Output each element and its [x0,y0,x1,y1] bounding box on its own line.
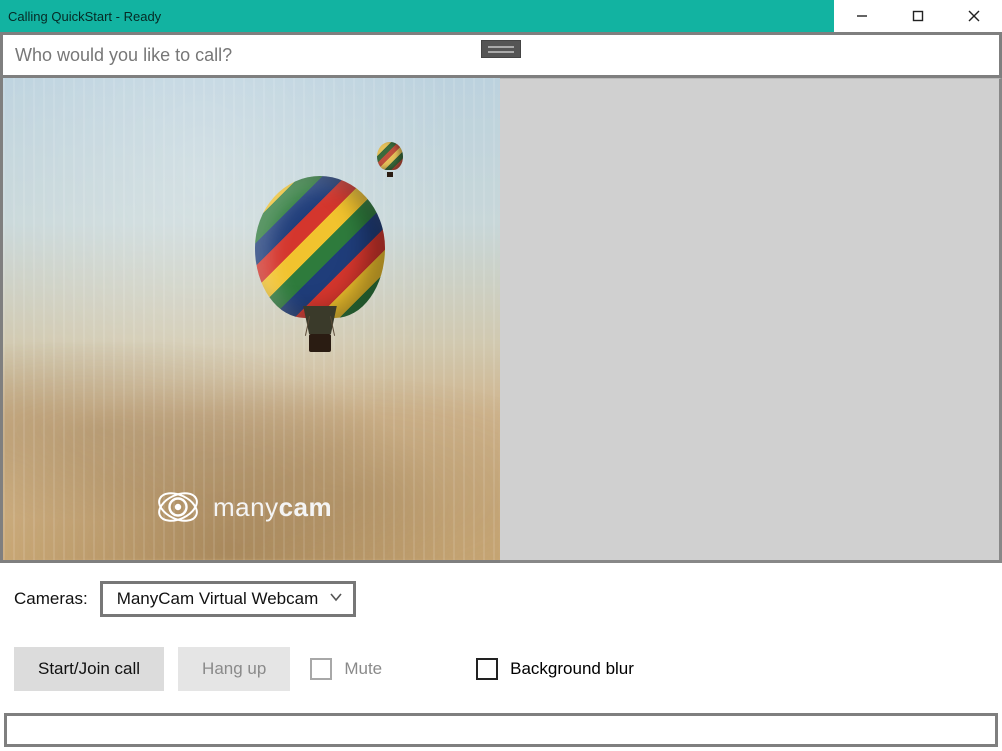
grip-handle-icon[interactable] [481,40,521,58]
local-video-preview: manycam [0,78,500,563]
remote-video-placeholder [500,78,1002,563]
titlebar-spacer [169,0,834,32]
minimize-button[interactable] [834,0,890,32]
camera-row: Cameras: ManyCam Virtual Webcam [14,581,988,617]
camera-selected-value: ManyCam Virtual Webcam [117,589,319,609]
manycam-watermark-text: manycam [213,492,332,523]
start-join-call-button[interactable]: Start/Join call [14,647,164,691]
window-system-buttons [834,0,1002,32]
brand-suffix: cam [279,492,333,522]
camera-select[interactable]: ManyCam Virtual Webcam [100,581,356,617]
manycam-logo-icon [155,484,201,530]
camera-label: Cameras: [14,589,88,609]
mute-checkbox[interactable] [310,658,332,680]
hot-air-balloon-icon [255,176,385,376]
manycam-watermark: manycam [155,484,332,530]
hang-up-button[interactable]: Hang up [178,647,290,691]
video-area: manycam [0,78,1002,563]
controls-panel: Cameras: ManyCam Virtual Webcam Start/Jo… [0,563,1002,699]
mute-label: Mute [344,659,382,679]
maximize-button[interactable] [890,0,946,32]
window-title: Calling QuickStart - Ready [0,0,169,32]
background-blur-label: Background blur [510,659,634,679]
background-blur-checkbox[interactable] [476,658,498,680]
titlebar: Calling QuickStart - Ready [0,0,1002,32]
close-button[interactable] [946,0,1002,32]
mute-checkbox-group: Mute [310,658,382,680]
status-bar [4,713,998,747]
chevron-down-icon [329,589,343,609]
client-area: manycam Cameras: ManyCam Virtual Webcam … [0,32,1002,751]
brand-prefix: many [213,492,279,522]
background-blur-checkbox-group: Background blur [476,658,634,680]
action-row: Start/Join call Hang up Mute Background … [14,647,988,691]
